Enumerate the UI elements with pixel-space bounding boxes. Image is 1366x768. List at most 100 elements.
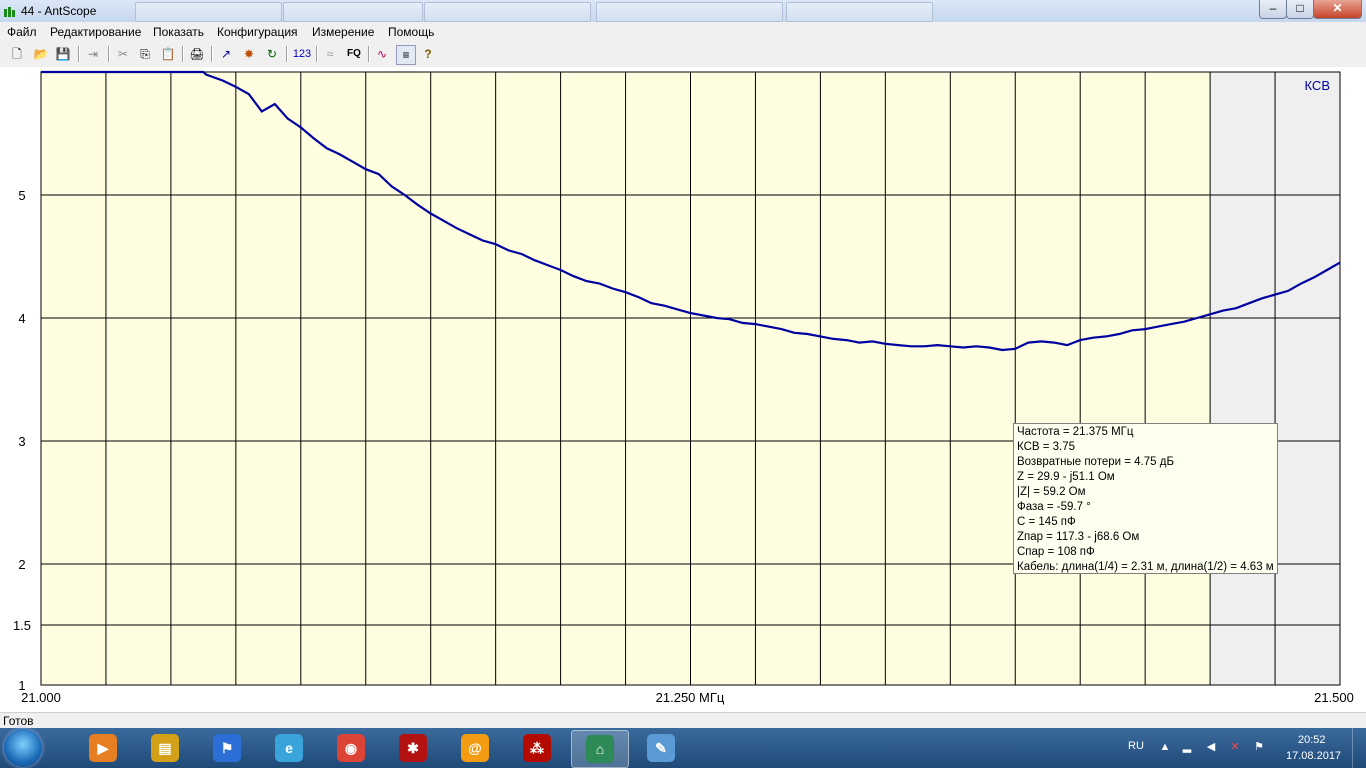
menu-help[interactable]: Помощь <box>388 25 434 39</box>
background-tab[interactable] <box>786 2 933 22</box>
toolbar-separator <box>182 46 184 62</box>
menu-file[interactable]: Файл <box>7 25 37 39</box>
grid <box>40 71 1341 686</box>
antscope-app-icon <box>4 7 15 17</box>
wireless-icon[interactable]: ≈ <box>321 45 339 63</box>
show-hidden-icons-icon[interactable]: ▲ <box>1158 740 1172 754</box>
readout-frequency: Частота = 21.375 МГц <box>1017 426 1134 438</box>
toolbar-separator <box>211 46 213 62</box>
taskbar-app-button[interactable]: ⚑ <box>199 730 255 766</box>
graph-icon[interactable]: ↗ <box>217 45 235 63</box>
readout-swr: КСВ = 3.75 <box>1017 441 1076 453</box>
clock-date[interactable]: 17.08.2017 <box>1286 750 1341 762</box>
menu-bar: Файл Редактирование Показать Конфигураци… <box>0 22 1366 41</box>
minimize-button[interactable]: – <box>1259 0 1287 19</box>
y-tick-label: 1.5 <box>13 618 31 633</box>
start-button[interactable] <box>4 729 42 767</box>
mail-icon: @ <box>461 734 489 762</box>
background-tab[interactable] <box>596 2 783 22</box>
series-label: КСВ <box>1305 78 1331 93</box>
flag-icon[interactable]: ⚑ <box>1252 740 1266 754</box>
maximize-button[interactable]: □ <box>1286 0 1314 19</box>
language-indicator[interactable]: RU <box>1128 740 1144 752</box>
toolbar-separator <box>78 46 80 62</box>
menu-edit[interactable]: Редактирование <box>50 25 141 39</box>
y-tick-label: 3 <box>18 434 25 449</box>
paste-icon[interactable]: 📋 <box>159 45 177 63</box>
save-icon[interactable]: 💾 <box>54 45 72 63</box>
readout-cable-length: Кабель: длина(1/4) = 2.31 м, длина(1/2) … <box>1017 561 1274 573</box>
window-title: 44 - AntScope <box>21 4 97 18</box>
export-icon[interactable]: ⇥ <box>84 45 102 63</box>
readout-impedance-magnitude: |Z| = 59.2 Ом <box>1017 486 1086 498</box>
readout-capacitance: C = 145 пФ <box>1017 516 1076 528</box>
y-axis-tick-labels: 11.52345 <box>13 188 31 693</box>
media-player-icon: ▶ <box>89 734 117 762</box>
new-icon[interactable]: 🗋 <box>8 45 26 63</box>
antscope-icon: ⌂ <box>586 735 614 763</box>
signal-icon[interactable]: ▂ <box>1180 740 1194 754</box>
frequency-icon[interactable]: FQ <box>344 45 364 63</box>
menu-view[interactable]: Показать <box>153 25 204 39</box>
scan-icon[interactable]: ✸ <box>240 45 258 63</box>
taskbar-app-button[interactable]: ⁂ <box>509 730 565 766</box>
status-bar: Готов <box>0 712 1366 729</box>
paint-icon: ✎ <box>647 734 675 762</box>
status-text: Готов <box>3 714 34 728</box>
y-tick-label: 4 <box>18 311 25 326</box>
taskbar-app-button[interactable]: ▶ <box>75 730 131 766</box>
refresh-icon[interactable]: ↻ <box>263 45 281 63</box>
toolbar: 🗋 📂 💾 ⇥ ✂ ⎘ 📋 🖨 ↗ ✸ ↻ 123 ≈ FQ ∿ ≡ ? <box>0 41 1366 68</box>
measurement-readout: Частота = 21.375 МГц КСВ = 3.75 Возвратн… <box>1013 423 1278 574</box>
x-axis-tick-labels: 21.000 21.250 МГц 21.500 <box>21 690 1354 705</box>
chrome-icon: ◉ <box>337 734 365 762</box>
toolbar-separator <box>286 46 288 62</box>
background-tab[interactable] <box>283 2 423 22</box>
title-bar: 44 - AntScope – □ ✕ <box>0 0 1366 23</box>
close-button[interactable]: ✕ <box>1313 0 1362 19</box>
taskbar-app-button[interactable]: ✱ <box>385 730 441 766</box>
readout-parallel-impedance: Zпар = 117.3 - j68.6 Ом <box>1017 531 1140 543</box>
open-icon[interactable]: 📂 <box>32 45 50 63</box>
y-tick-label: 5 <box>18 188 25 203</box>
background-tab[interactable] <box>135 2 282 22</box>
readout-return-loss: Возвратные потери = 4.75 дБ <box>1017 456 1174 468</box>
numbers-icon[interactable]: 123 <box>291 45 313 63</box>
swr-chart-svg[interactable]: 11.52345 21.000 21.250 МГц 21.500 КСВ <box>0 67 1366 712</box>
show-desktop-button[interactable] <box>1352 728 1366 768</box>
browser-ie-icon: e <box>275 734 303 762</box>
toolbar-separator <box>368 46 370 62</box>
copy-icon[interactable]: ⎘ <box>136 45 154 63</box>
messenger-icon: ⚑ <box>213 734 241 762</box>
network-warning-icon[interactable]: ✕ <box>1228 740 1242 754</box>
taskbar-app-button[interactable]: e <box>261 730 317 766</box>
readout-phase: Фаза = -59.7 ° <box>1017 501 1091 513</box>
readout-parallel-capacitance: Cпар = 108 пФ <box>1017 546 1095 558</box>
game-icon: ✱ <box>399 734 427 762</box>
swr-chart[interactable]: 1 1.5 2 3 4 5 21.000 21.250 МГц 21.500 КСВ <box>0 67 1366 712</box>
taskbar-app-button[interactable]: ⌂ <box>571 730 629 768</box>
taskbar-app-button[interactable]: ◉ <box>323 730 379 766</box>
cut-icon[interactable]: ✂ <box>114 45 132 63</box>
taskbar-app-button[interactable]: ▤ <box>137 730 193 766</box>
toolbar-separator <box>108 46 110 62</box>
y-tick-label: 2 <box>18 557 25 572</box>
curves-icon[interactable]: ∿ <box>373 45 391 63</box>
x-tick-label: 21.250 МГц <box>656 690 725 705</box>
background-tab[interactable] <box>424 2 591 22</box>
file-manager-icon: ▤ <box>151 734 179 762</box>
taskbar-app-button[interactable]: ✎ <box>633 730 689 766</box>
help-icon[interactable]: ? <box>419 45 437 63</box>
taskbar-app-button[interactable]: @ <box>447 730 503 766</box>
taskbar: ▶ ▤ ⚑ e ◉ ✱ @ ⁂ ⌂ ✎ RU ▲ ▂ ◀ ✕ ⚑ 20:52 17.08.2017 <box>0 728 1366 768</box>
x-tick-label: 21.000 <box>21 690 61 705</box>
menu-measurement[interactable]: Измерение <box>312 25 374 39</box>
readout-impedance: Z = 29.9 - j51.1 Ом <box>1017 471 1115 483</box>
toolbar-separator <box>316 46 318 62</box>
menu-configuration[interactable]: Конфигурация <box>217 25 298 39</box>
x-tick-label: 21.500 <box>1314 690 1354 705</box>
settings-icon[interactable]: ≡ <box>396 45 416 65</box>
clock-time[interactable]: 20:52 <box>1298 734 1326 746</box>
print-icon[interactable]: 🖨 <box>188 45 206 63</box>
volume-icon[interactable]: ◀ <box>1204 740 1218 754</box>
